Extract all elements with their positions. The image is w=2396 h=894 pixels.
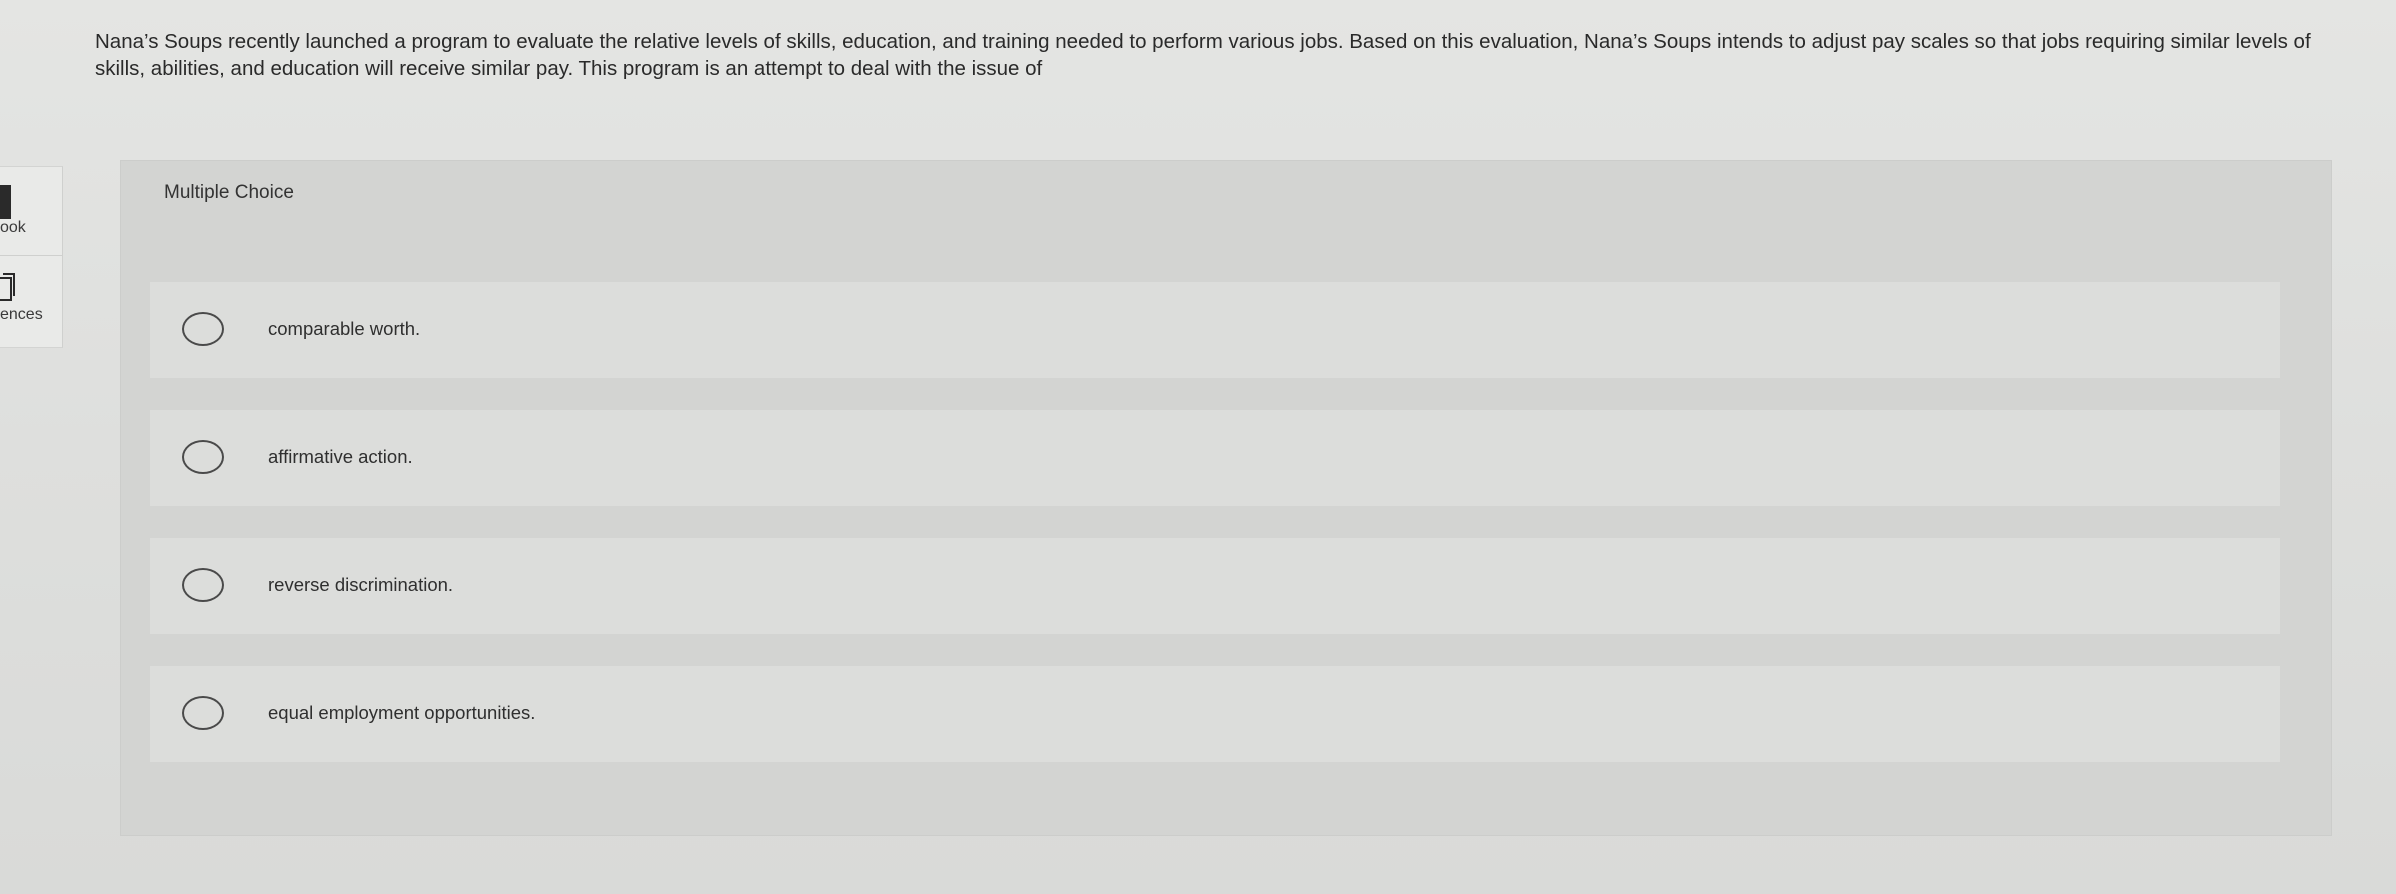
references-icon (0, 272, 16, 307)
answer-option-text: equal employment opportunities. (268, 702, 536, 723)
radio-button[interactable] (182, 568, 224, 602)
answer-option-a[interactable]: comparable worth. (150, 282, 2280, 378)
multiple-choice-card: Multiple Choice comparable worth. affirm… (120, 160, 2332, 836)
answer-option-text: affirmative action. (268, 446, 413, 467)
question-type-label: Multiple Choice (164, 182, 294, 203)
left-sidebar: ook ences (0, 166, 63, 348)
sidebar-item-label: ook (0, 219, 26, 236)
question-text: Nana’s Soups recently launched a program… (95, 30, 2311, 80)
answer-option-b[interactable]: affirmative action. (150, 410, 2280, 506)
radio-button[interactable] (182, 312, 224, 346)
radio-button[interactable] (182, 696, 224, 730)
sidebar-item-ebook[interactable]: ook (0, 167, 62, 256)
radio-button[interactable] (182, 440, 224, 474)
answer-option-text: reverse discrimination. (268, 574, 454, 595)
answer-option-text: comparable worth. (268, 318, 421, 339)
sidebar-item-label: ences (0, 306, 43, 323)
answer-option-c[interactable]: reverse discrimination. (150, 538, 2280, 634)
sidebar-item-references[interactable]: ences (0, 256, 62, 344)
answer-option-d[interactable]: equal employment opportunities. (150, 666, 2280, 762)
